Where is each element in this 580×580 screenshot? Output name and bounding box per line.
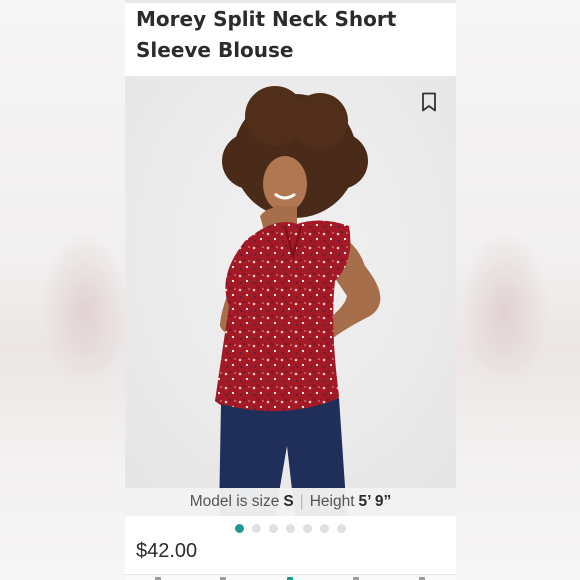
carousel-dot[interactable]	[252, 523, 261, 533]
listing-title-line-1: Morey Split Neck Short	[136, 7, 397, 31]
bottom-action-bar	[125, 574, 456, 580]
model-face	[263, 156, 307, 212]
carousel-dot[interactable]	[269, 523, 278, 533]
height-value: 5’ 9”	[358, 493, 392, 510]
carousel-dot[interactable]	[303, 523, 312, 533]
listing-price: $42.00	[136, 540, 198, 562]
height-label: Height	[309, 493, 355, 510]
bookmark-icon[interactable]	[421, 92, 437, 112]
carousel-indicator	[125, 522, 456, 534]
carousel-dot[interactable]	[320, 523, 329, 533]
listing-title: Morey Split Neck Short Sleeve Blouse	[136, 4, 446, 66]
carousel-dot[interactable]	[337, 523, 346, 533]
product-photo[interactable]	[125, 76, 456, 516]
background-blur-left	[0, 0, 130, 580]
model-illustration	[125, 76, 456, 516]
model-size-caption: Model is size S | Height 5’ 9”	[125, 488, 456, 516]
header-divider	[125, 0, 456, 3]
listing-screen: Morey Split Neck Short Sleeve Blouse Mod…	[125, 0, 456, 580]
caption-separator: |	[299, 493, 304, 510]
listing-title-line-2: Sleeve Blouse	[136, 38, 294, 62]
caption-prefix: Model is size	[189, 493, 280, 510]
background-blur-right	[456, 0, 580, 580]
model-size-value: S	[283, 493, 294, 510]
carousel-dot[interactable]	[286, 523, 295, 533]
carousel-dot[interactable]	[235, 523, 244, 533]
